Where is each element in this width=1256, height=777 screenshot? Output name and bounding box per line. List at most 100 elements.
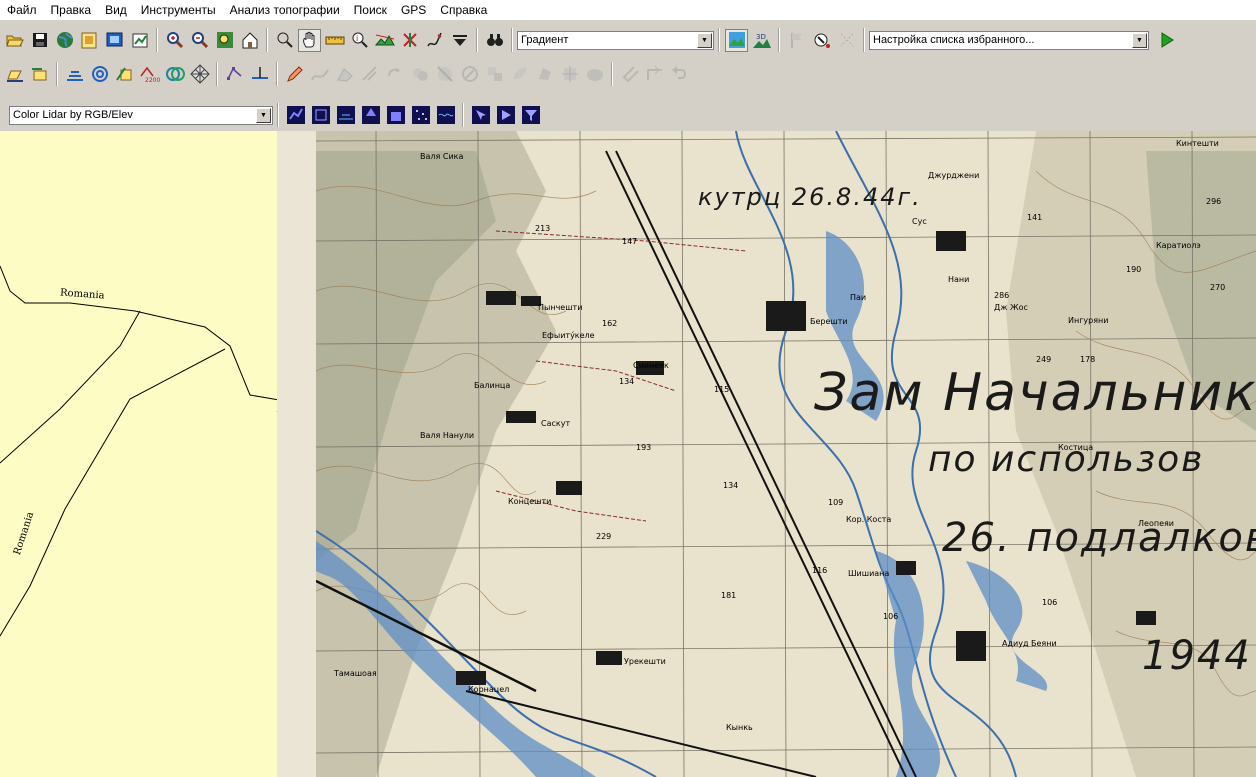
- shader-select[interactable]: Градиент ▼: [517, 30, 714, 50]
- lidar-noise-icon[interactable]: [409, 104, 432, 127]
- lidar-class-icon[interactable]: [309, 104, 332, 127]
- handwritten-note: по использов: [928, 439, 1205, 480]
- info-icon[interactable]: i: [348, 29, 371, 52]
- spot-height: 109: [828, 498, 844, 507]
- lidar-points-icon[interactable]: [284, 104, 307, 127]
- create-area-icon[interactable]: [3, 63, 26, 86]
- svg-text:i: i: [356, 34, 358, 43]
- hand-pan-icon[interactable]: [298, 28, 321, 52]
- terrain-profile-icon[interactable]: [373, 29, 396, 52]
- spot-height: 116: [812, 566, 828, 575]
- map-place-name: Саскут: [541, 419, 571, 428]
- dissolve-icon[interactable]: [508, 63, 531, 86]
- merge-icon[interactable]: [483, 63, 506, 86]
- export-icon[interactable]: [128, 29, 151, 52]
- grid-icon[interactable]: [188, 63, 211, 86]
- lidar-play-icon[interactable]: [494, 104, 517, 127]
- path-icon[interactable]: [88, 63, 111, 86]
- chevron-down-icon[interactable]: ▼: [697, 32, 712, 48]
- spot-height: 190: [1126, 265, 1142, 274]
- simplify-icon[interactable]: [533, 63, 556, 86]
- reshape-icon[interactable]: [358, 63, 381, 86]
- lidar-shader-select[interactable]: Color Lidar by RGB/Elev ▼: [9, 105, 273, 125]
- binoculars-icon[interactable]: [483, 29, 506, 52]
- lidar-tree-icon[interactable]: [359, 104, 382, 127]
- spot-height: 106: [1042, 598, 1058, 607]
- menu-help[interactable]: Справка: [433, 0, 494, 20]
- elevation-label-icon[interactable]: 2200: [138, 63, 161, 86]
- map-place-name: Пынчешти: [538, 303, 583, 312]
- toolbar-separator: [156, 28, 158, 52]
- shader-select-value: Градиент: [521, 34, 569, 46]
- chevron-down-icon[interactable]: ▼: [1132, 32, 1147, 48]
- spot-height: 162: [602, 319, 618, 328]
- map-catalog-icon[interactable]: [78, 29, 101, 52]
- chevron-down-icon[interactable]: ▼: [256, 107, 271, 123]
- edit-area-icon[interactable]: [28, 63, 51, 86]
- map-place-name: Концешти: [508, 497, 552, 506]
- fill-icon[interactable]: [583, 63, 606, 86]
- save-icon[interactable]: [28, 29, 51, 52]
- gps-track-icon[interactable]: [835, 29, 858, 52]
- zoom-out-icon[interactable]: [188, 29, 211, 52]
- shaded-relief-icon[interactable]: [725, 28, 748, 52]
- dropdown-tool-icon[interactable]: [448, 29, 471, 52]
- toolbar-separator: [266, 28, 268, 52]
- map-place-name: Берешти: [810, 317, 848, 326]
- flag-icon[interactable]: [785, 29, 808, 52]
- map-place-name: Ингуряни: [1068, 316, 1109, 325]
- map-place-name: Джурджени: [928, 171, 980, 180]
- map-place-name: Кынкь: [726, 723, 753, 732]
- lidar-ground-icon[interactable]: [334, 104, 357, 127]
- circle-overlap-icon[interactable]: [163, 63, 186, 86]
- map-place-name: Кор. Коста: [846, 515, 892, 524]
- buffer-icon[interactable]: [333, 63, 356, 86]
- select-icon[interactable]: [273, 29, 296, 52]
- menu-view[interactable]: Вид: [98, 0, 134, 20]
- spot-height: 141: [1027, 213, 1043, 222]
- play-icon[interactable]: [1155, 29, 1178, 52]
- angle-icon[interactable]: [643, 63, 666, 86]
- globe-icon[interactable]: [53, 29, 76, 52]
- menu-edit[interactable]: Правка: [44, 0, 99, 20]
- menu-gps[interactable]: GPS: [394, 0, 433, 20]
- topo-map-view[interactable]: Валя Сика Пынчешти Саскут Балинца Концеш…: [316, 131, 1256, 777]
- handwritten-note: кутрц 26.8.44г.: [698, 183, 922, 211]
- zoom-in-icon[interactable]: [163, 29, 186, 52]
- toolbar-separator: [276, 62, 278, 86]
- undo-icon[interactable]: [668, 63, 691, 86]
- lidar-filter-icon[interactable]: [519, 104, 542, 127]
- 3d-view-icon[interactable]: 3D: [750, 29, 773, 52]
- select-arrow-icon[interactable]: [618, 63, 641, 86]
- line-edit-icon[interactable]: [113, 63, 136, 86]
- combine-icon[interactable]: [408, 63, 431, 86]
- intersect-icon[interactable]: [458, 63, 481, 86]
- cut-area-icon[interactable]: [433, 63, 456, 86]
- menu-file[interactable]: Файл: [0, 0, 44, 20]
- digitize-pen-icon[interactable]: [423, 29, 446, 52]
- menu-tools[interactable]: Инструменты: [134, 0, 223, 20]
- lidar-select-icon[interactable]: [469, 104, 492, 127]
- pencil-line-icon[interactable]: [283, 63, 306, 86]
- spot-height: 134: [619, 377, 635, 386]
- screenshot-icon[interactable]: [103, 29, 126, 52]
- move-area-icon[interactable]: [558, 63, 581, 86]
- menu-terrain-analysis[interactable]: Анализ топографии: [223, 0, 347, 20]
- zoom-box-icon[interactable]: [213, 29, 236, 52]
- lidar-building-icon[interactable]: [384, 104, 407, 127]
- favorites-select[interactable]: Настройка списка избранного... ▼: [869, 30, 1149, 50]
- delete-feature-icon[interactable]: [398, 29, 421, 52]
- home-icon[interactable]: [238, 29, 261, 52]
- split-line-icon[interactable]: [248, 63, 271, 86]
- open-icon[interactable]: [3, 29, 26, 52]
- menu-search[interactable]: Поиск: [347, 0, 394, 20]
- vertex-icon[interactable]: [223, 63, 246, 86]
- rotate-icon[interactable]: [383, 63, 406, 86]
- smooth-line-icon[interactable]: [308, 63, 331, 86]
- lidar-water-icon[interactable]: [434, 104, 457, 127]
- ruler-icon[interactable]: [323, 29, 346, 52]
- gps-dish-icon[interactable]: [810, 29, 833, 52]
- boundary-layer-pane[interactable]: Romania Romania: [0, 131, 277, 777]
- spot-height: 270: [1210, 283, 1226, 292]
- contour-icon[interactable]: [63, 63, 86, 86]
